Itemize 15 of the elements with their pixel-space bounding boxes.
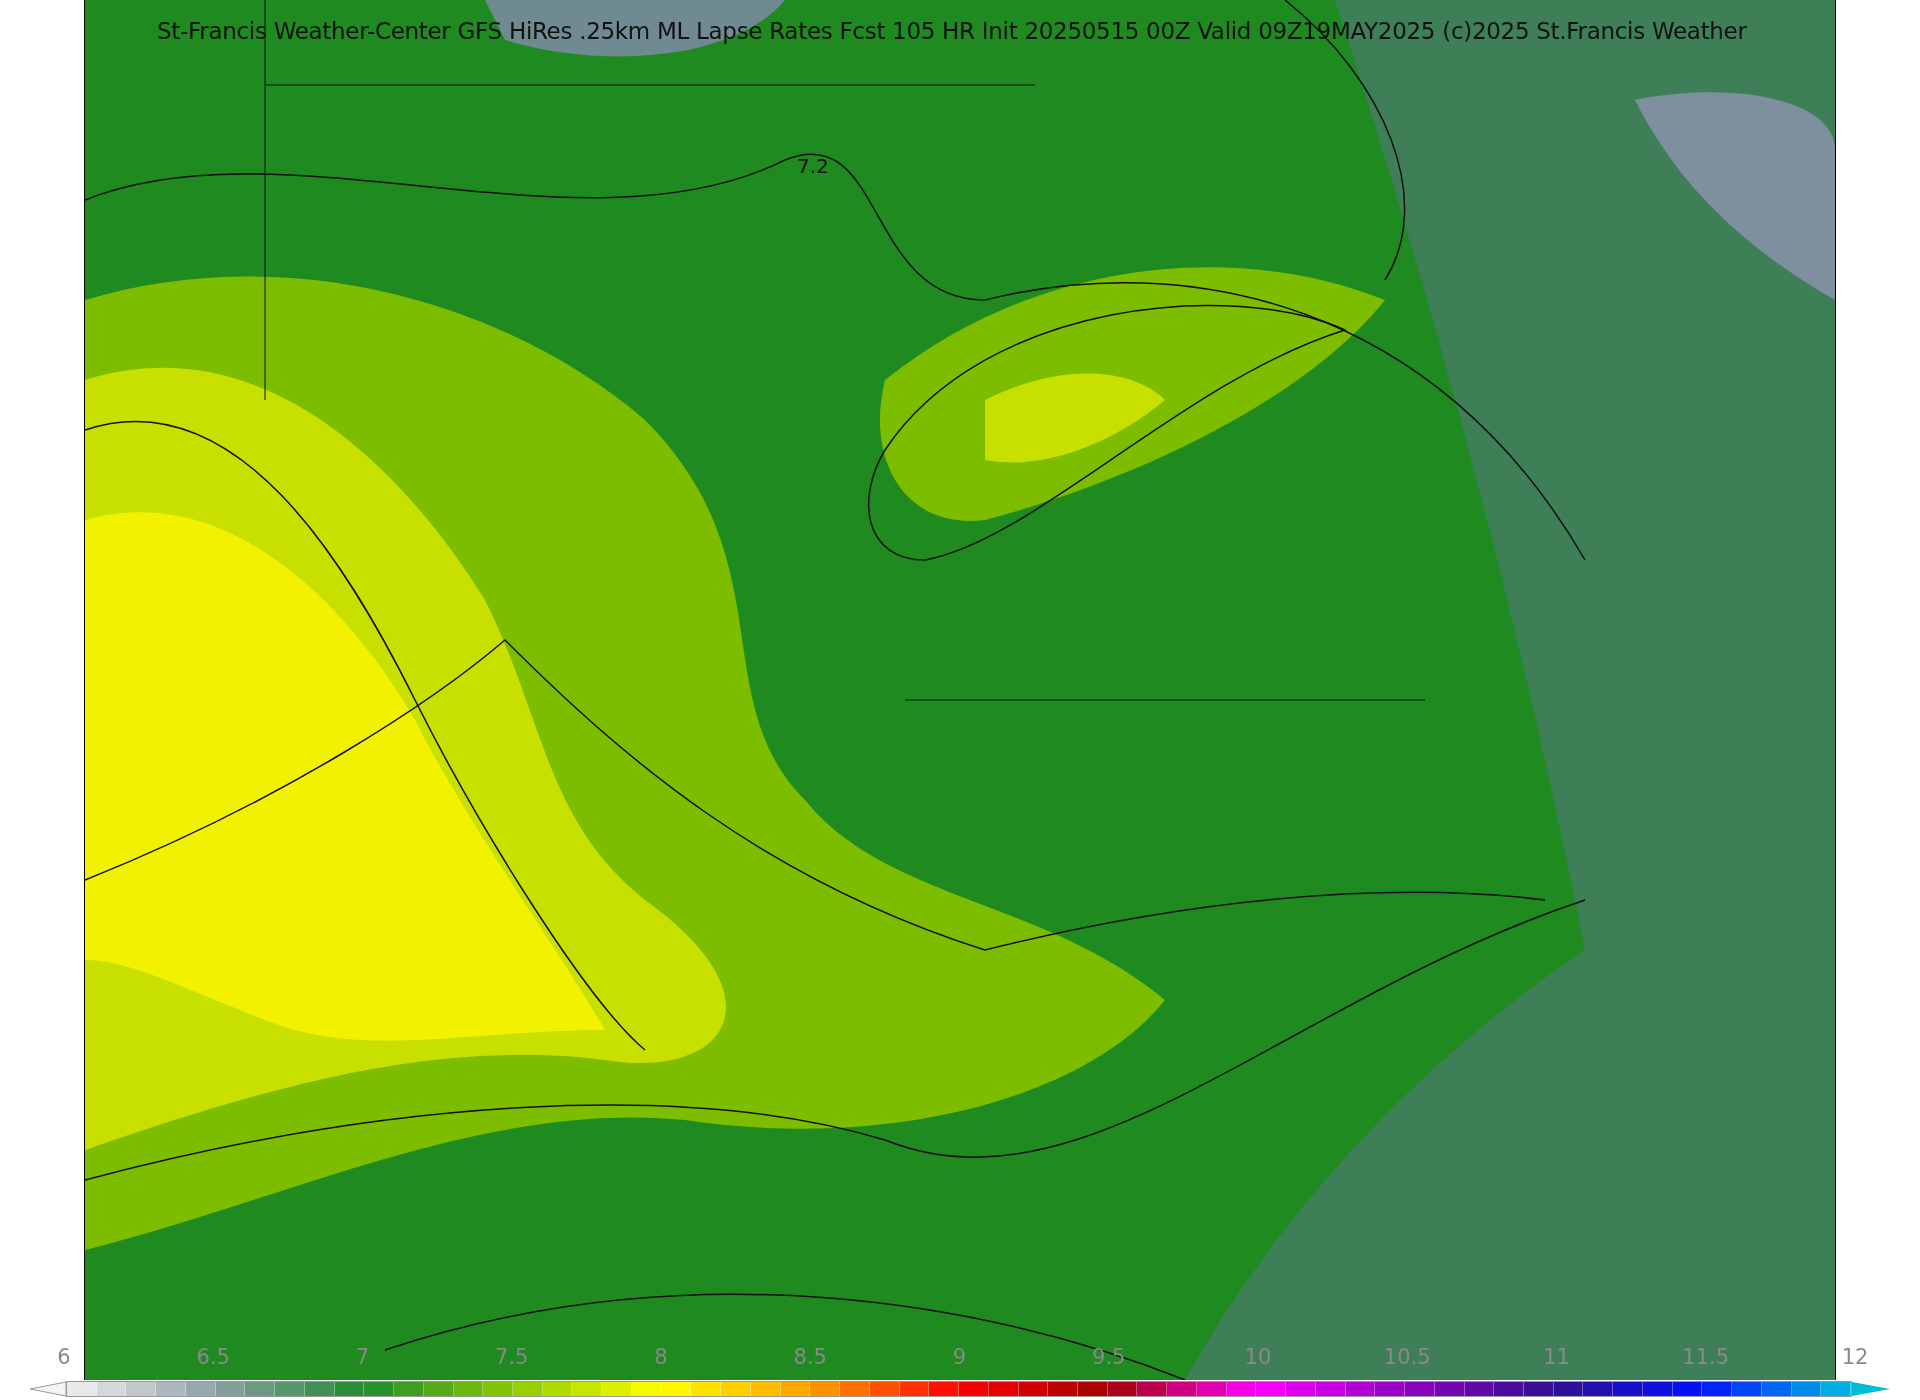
colorbar-tick-label: 7.5 [495,1345,529,1369]
colorbar-tick-label: 10 [1244,1345,1272,1369]
colorbar-tick-label: 6.5 [196,1345,230,1369]
colorbar-tick-label: 11 [1543,1345,1570,1369]
colorbar-tick-label: 12 [1841,1345,1869,1369]
right-arrow-icon [1852,1381,1890,1397]
colorbar-tick-label: 6 [57,1345,71,1369]
colorbar-tick-label: 11.5 [1682,1345,1730,1369]
colorbar-tick-label: 9 [952,1345,967,1369]
left-arrow-icon [30,1381,66,1397]
colorbar-tick-label: 8.5 [793,1345,827,1369]
colorbar-tick-label: 10.5 [1383,1345,1431,1369]
colorbar-tick-label: 8 [654,1345,668,1369]
colorbar-tick-label: 7 [355,1345,370,1369]
contour-label: 7.2 [797,154,829,178]
